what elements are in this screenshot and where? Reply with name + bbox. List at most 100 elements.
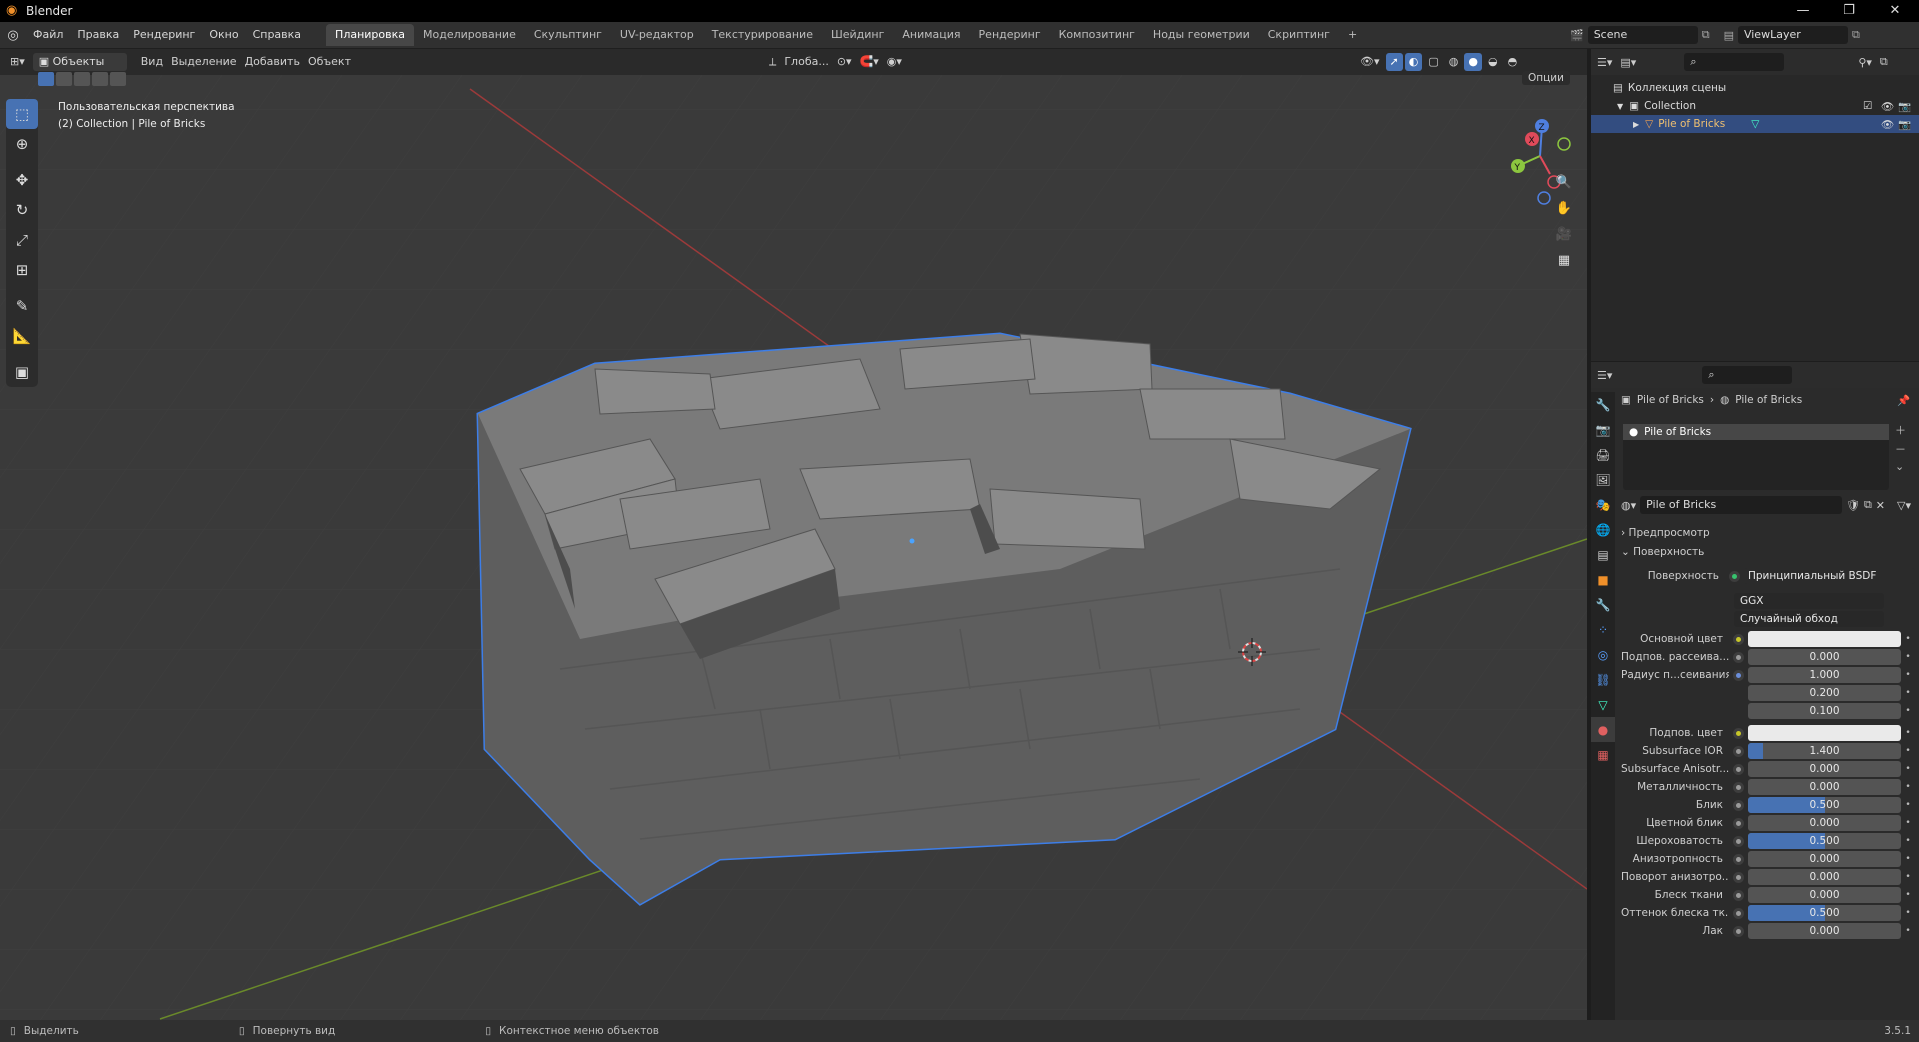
- socket-icon[interactable]: [1733, 745, 1744, 757]
- keyframe-dot-icon[interactable]: •: [1901, 908, 1915, 918]
- value-slider[interactable]: 0.000: [1748, 923, 1901, 939]
- add-cube-tool-icon[interactable]: ▣: [6, 357, 38, 387]
- keyframe-dot-icon[interactable]: •: [1901, 890, 1915, 900]
- keyframe-dot-icon[interactable]: •: [1901, 926, 1915, 936]
- tab-compositing[interactable]: Композитинг: [1050, 24, 1144, 46]
- orientation-selector[interactable]: Глоба...: [780, 53, 832, 71]
- close-button[interactable]: ✕: [1872, 0, 1918, 22]
- value-slider[interactable]: 1.000: [1748, 667, 1901, 683]
- socket-icon[interactable]: [1733, 907, 1744, 919]
- object-expand-icon[interactable]: ▶: [1633, 120, 1639, 129]
- value-slider[interactable]: 0.000: [1748, 869, 1901, 885]
- value-slider[interactable]: 0.000: [1748, 779, 1901, 795]
- orientation-icon[interactable]: ⟂: [765, 53, 780, 71]
- tab-rendering[interactable]: Рендеринг: [970, 24, 1050, 46]
- keyframe-dot-icon[interactable]: •: [1901, 872, 1915, 882]
- menu-help[interactable]: Справка: [246, 25, 308, 45]
- select-extend-icon[interactable]: [56, 72, 72, 86]
- value-slider[interactable]: 0.000: [1748, 887, 1901, 903]
- scene-tab-icon[interactable]: 🎭: [1591, 492, 1615, 517]
- collection-tab-icon[interactable]: ▤: [1591, 542, 1615, 567]
- distribution-dropdown[interactable]: GGX: [1734, 593, 1884, 609]
- socket-icon[interactable]: [1733, 925, 1744, 937]
- socket-icon[interactable]: [1733, 889, 1744, 901]
- mesh-data-icon[interactable]: ▽: [1751, 118, 1759, 130]
- keyframe-dot-icon[interactable]: •: [1901, 746, 1915, 756]
- socket-icon[interactable]: [1733, 763, 1744, 775]
- options-button[interactable]: Опции: [1522, 71, 1570, 85]
- mode-selector[interactable]: ▣ Объекты: [32, 53, 127, 71]
- menu-select[interactable]: Выделение: [167, 53, 241, 71]
- remove-slot-icon[interactable]: －: [1895, 441, 1906, 457]
- proportional-edit-icon[interactable]: ◉▾: [883, 53, 906, 71]
- socket-icon[interactable]: [1733, 781, 1744, 793]
- keyframe-dot-icon[interactable]: •: [1901, 652, 1915, 662]
- subsurface-method-dropdown[interactable]: Случайный обход: [1734, 611, 1884, 627]
- menu-view[interactable]: Вид: [137, 53, 167, 71]
- keyframe-dot-icon[interactable]: •: [1901, 800, 1915, 810]
- scene-new-icon[interactable]: ⧉: [1702, 28, 1710, 42]
- keyframe-dot-icon[interactable]: •: [1901, 728, 1915, 738]
- unlink-material-icon[interactable]: ✕: [1876, 499, 1885, 512]
- modifier-tab-icon[interactable]: 🔧: [1591, 592, 1615, 617]
- menu-add[interactable]: Добавить: [241, 53, 304, 71]
- view-layer-new-icon[interactable]: ⧉: [1852, 28, 1860, 42]
- select-invert-icon[interactable]: [92, 72, 108, 86]
- socket-icon[interactable]: [1733, 871, 1744, 883]
- select-new-icon[interactable]: [38, 72, 54, 86]
- outliner-display-mode-icon[interactable]: ▤▾: [1620, 56, 1636, 69]
- keyframe-dot-icon[interactable]: •: [1901, 854, 1915, 864]
- 3d-viewport[interactable]: ⊞▾ ▣ Объекты Вид Выделение Добавить Объе…: [0, 49, 1587, 1020]
- value-slider[interactable]: 0.000: [1748, 851, 1901, 867]
- object-render-icon[interactable]: 📷: [1898, 118, 1911, 131]
- collection-visibility-icon[interactable]: 👁: [1881, 100, 1894, 113]
- minimize-button[interactable]: —: [1780, 0, 1826, 22]
- value-slider[interactable]: 0.000: [1748, 815, 1901, 831]
- value-slider[interactable]: 0.000: [1748, 649, 1901, 665]
- collection-render-icon[interactable]: 📷: [1898, 100, 1911, 113]
- menu-edit[interactable]: Правка: [70, 25, 126, 45]
- keyframe-dot-icon[interactable]: •: [1901, 836, 1915, 846]
- wireframe-shading-icon[interactable]: ◍: [1445, 53, 1463, 71]
- object-visibility-icon[interactable]: 👁: [1881, 118, 1894, 131]
- solid-shading-icon[interactable]: ●: [1464, 53, 1482, 71]
- socket-icon[interactable]: [1733, 799, 1744, 811]
- particles-tab-icon[interactable]: ⁘: [1591, 617, 1615, 642]
- ortho-grid-icon[interactable]: ▦: [1553, 249, 1575, 271]
- tab-uv-editing[interactable]: UV-редактор: [611, 24, 703, 46]
- zoom-icon[interactable]: 🔍: [1553, 171, 1575, 193]
- tool-tab-icon[interactable]: 🔧: [1591, 392, 1615, 417]
- select-subtract-icon[interactable]: [74, 72, 90, 86]
- keyframe-dot-icon[interactable]: •: [1901, 782, 1915, 792]
- visibility-icon[interactable]: 👁▾: [1356, 53, 1384, 71]
- overlay-toggle-icon[interactable]: ◐: [1404, 53, 1423, 71]
- scale-tool-icon[interactable]: ⤢: [6, 225, 38, 255]
- socket-icon[interactable]: [1733, 853, 1744, 865]
- surface-socket-icon[interactable]: [1729, 570, 1740, 582]
- value-slider[interactable]: 1.400: [1748, 743, 1901, 759]
- pile-of-bricks-row[interactable]: ▶ ▽ Pile of Bricks ▽ 👁 📷: [1591, 115, 1919, 133]
- rotate-tool-icon[interactable]: ↻: [6, 195, 38, 225]
- select-intersect-icon[interactable]: [110, 72, 126, 86]
- measure-tool-icon[interactable]: 📐: [6, 321, 38, 351]
- menu-window[interactable]: Окно: [202, 25, 245, 45]
- editor-type-icon[interactable]: ⊞▾: [6, 53, 29, 71]
- value-slider[interactable]: 0.200: [1748, 685, 1901, 701]
- view-layer-tab-icon[interactable]: 🖼: [1591, 467, 1615, 492]
- tab-scripting[interactable]: Скриптинг: [1259, 24, 1339, 46]
- tab-shading[interactable]: Шейдинг: [822, 24, 893, 46]
- xray-icon[interactable]: ▢: [1424, 53, 1442, 71]
- keyframe-dot-icon[interactable]: •: [1901, 688, 1915, 698]
- tab-modeling[interactable]: Моделирование: [414, 24, 525, 46]
- color-swatch[interactable]: [1748, 631, 1901, 647]
- blender-menu-icon[interactable]: ◎: [0, 28, 26, 43]
- constraints-tab-icon[interactable]: ⛓: [1591, 667, 1615, 692]
- value-slider[interactable]: 0.500: [1748, 833, 1901, 849]
- value-slider[interactable]: 0.000: [1748, 761, 1901, 777]
- properties-search-field[interactable]: ⌕: [1702, 366, 1793, 384]
- world-tab-icon[interactable]: 🌐: [1591, 517, 1615, 542]
- keyframe-dot-icon[interactable]: •: [1901, 634, 1915, 644]
- menu-render[interactable]: Рендеринг: [126, 25, 202, 45]
- fake-user-icon[interactable]: 🛡: [1846, 499, 1860, 512]
- pivot-icon[interactable]: ⊙▾: [833, 53, 856, 71]
